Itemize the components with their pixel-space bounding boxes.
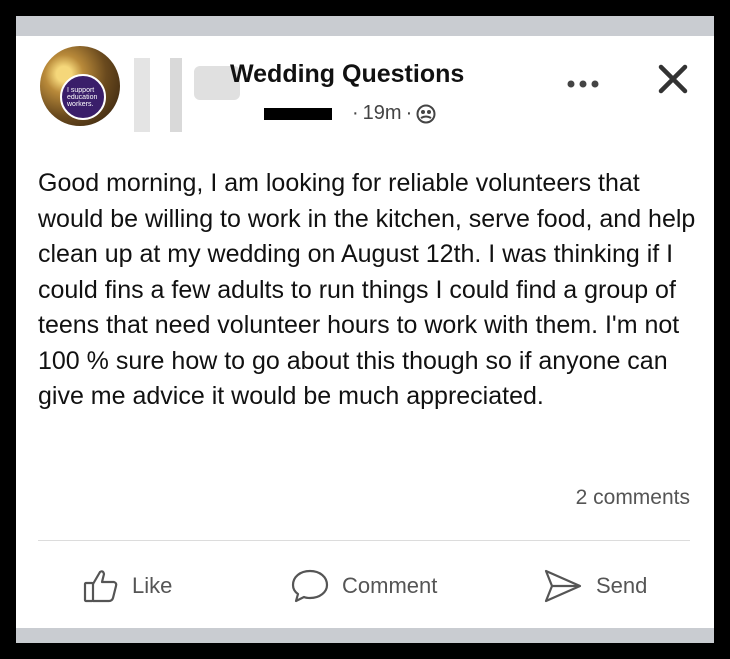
top-gray-band [16, 16, 714, 36]
send-label: Send [596, 573, 648, 598]
meta-separator: · [352, 102, 359, 124]
actions-divider [38, 540, 690, 541]
group-avatar[interactable]: I support education workers. [40, 46, 120, 126]
more-options-button[interactable] [566, 64, 600, 96]
globe-icon [416, 104, 436, 124]
comment-bubble-icon [291, 569, 329, 603]
send-arrow-icon [544, 569, 582, 603]
avatar-badge-text: I support education workers. [67, 86, 98, 108]
group-name[interactable]: Wedding Questions [230, 60, 464, 89]
like-label: Like [132, 573, 173, 598]
more-horizontal-icon [567, 80, 599, 88]
meta-separator-2: · [405, 102, 413, 124]
comment-label: Comment [342, 573, 438, 598]
comments-count[interactable]: 2 comments [576, 486, 690, 510]
avatar-badge: I support education workers. [60, 74, 106, 120]
send-button[interactable]: Send [542, 564, 647, 608]
close-button[interactable] [656, 62, 690, 96]
close-icon [658, 64, 688, 94]
post-time[interactable]: 19m [363, 102, 402, 125]
post-header [16, 36, 714, 146]
post-meta: · 19m · [352, 102, 436, 125]
comment-button[interactable]: Comment [290, 564, 437, 608]
like-button[interactable]: Like [82, 564, 172, 608]
post-card: I support education workers. Wedding Que… [16, 16, 714, 643]
thumbs-up-icon [83, 570, 118, 603]
bottom-gray-band [16, 628, 714, 643]
post-body: Good morning, I am looking for reliable … [38, 169, 696, 410]
redaction-bar [264, 108, 332, 120]
